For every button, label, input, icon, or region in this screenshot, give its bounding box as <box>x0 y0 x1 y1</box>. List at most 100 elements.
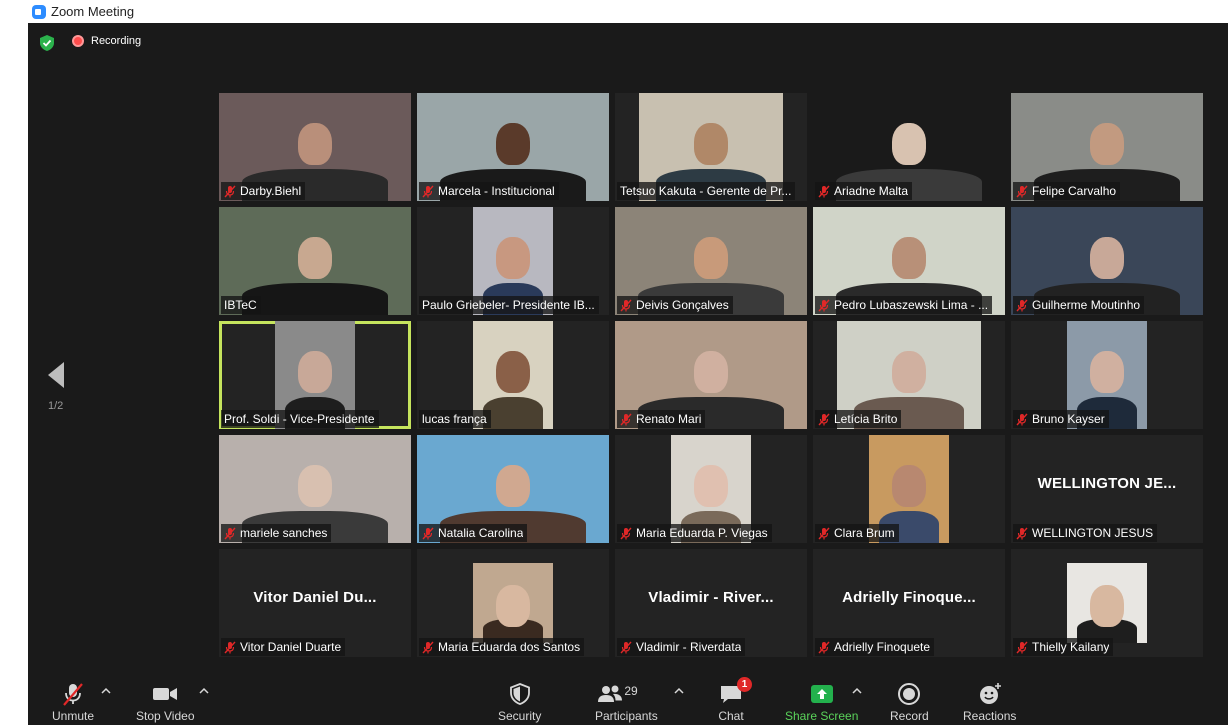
participant-tile[interactable]: Paulo Griebeler- Presidente IB... <box>417 207 609 315</box>
participant-name-tag: Vladimir - Riverdata <box>617 638 746 656</box>
participant-name-tag: Renato Mari <box>617 410 706 428</box>
participant-name-tag: Darby.Biehl <box>221 182 306 200</box>
share-screen-button[interactable]: Share Screen <box>785 681 858 723</box>
participant-tile[interactable]: Thielly Kailany <box>1011 549 1203 657</box>
participant-tile[interactable]: lucas frança <box>417 321 609 429</box>
participant-display-name: Vitor Daniel Du... <box>253 589 377 606</box>
participant-tile[interactable]: Ariadne Malta <box>813 93 1005 201</box>
unmute-button[interactable]: Unmute <box>52 681 94 723</box>
participant-name: Marcela - Institucional <box>438 184 555 198</box>
share-options-chevron-icon[interactable] <box>852 687 862 695</box>
participants-button[interactable]: 29 Participants <box>595 681 658 723</box>
participant-silhouette-head <box>298 351 332 394</box>
participants-options-chevron-icon[interactable] <box>674 687 684 695</box>
participant-name: Vladimir - Riverdata <box>636 640 742 654</box>
participant-tile[interactable]: Renato Mari <box>615 321 807 429</box>
participant-name: WELLINGTON JESUS <box>1032 526 1154 540</box>
recording-dot-icon <box>72 35 84 47</box>
participant-tile[interactable]: Adrielly Finoque... Adrielly Finoquete <box>813 549 1005 657</box>
participant-silhouette-head <box>892 465 926 508</box>
participant-name: mariele sanches <box>240 526 328 540</box>
participant-tile[interactable]: Prof. Soldi - Vice-Presidente <box>219 321 411 429</box>
participant-silhouette-head <box>496 123 530 166</box>
participant-silhouette-head <box>496 237 530 280</box>
participant-tile[interactable]: Deivis Gonçalves <box>615 207 807 315</box>
muted-microphone-icon <box>620 641 632 653</box>
encryption-shield-icon[interactable] <box>38 34 56 52</box>
participant-name: Guilherme Moutinho <box>1032 298 1141 312</box>
participant-name: Deivis Gonçalves <box>636 298 729 312</box>
participant-silhouette-head <box>694 123 728 166</box>
participant-silhouette-head <box>1090 237 1124 280</box>
participant-tile[interactable]: Vitor Daniel Du... Vitor Daniel Duarte <box>219 549 411 657</box>
participant-tile[interactable]: Felipe Carvalho <box>1011 93 1203 201</box>
muted-microphone-icon <box>224 527 236 539</box>
participant-display-name: Adrielly Finoque... <box>842 589 976 606</box>
muted-microphone-icon <box>818 299 830 311</box>
video-camera-icon <box>153 688 178 700</box>
record-button[interactable]: Record <box>890 681 929 723</box>
reactions-label: Reactions <box>963 709 1017 723</box>
previous-page-arrow-icon[interactable] <box>46 360 66 390</box>
participant-tile[interactable]: WELLINGTON JE... WELLINGTON JESUS <box>1011 435 1203 543</box>
recording-label: Recording <box>91 35 142 47</box>
participant-silhouette-head <box>496 351 530 394</box>
chat-button[interactable]: 1 Chat <box>718 677 752 723</box>
window-title: Zoom Meeting <box>51 4 135 19</box>
participant-name-tag: Tetsuo Kakuta - Gerente de Pr... <box>617 182 796 200</box>
security-button[interactable]: Security <box>498 681 541 723</box>
stop-video-button[interactable]: Stop Video <box>136 681 195 723</box>
participant-name: Ariadne Malta <box>834 184 909 198</box>
participant-silhouette-head <box>298 237 332 280</box>
participant-tile[interactable]: Pedro Lubaszewski Lima - ... <box>813 207 1005 315</box>
participant-name-tag: Maria Eduarda dos Santos <box>419 638 585 656</box>
participant-name-tag: Natalia Carolina <box>419 524 528 542</box>
participant-silhouette-head <box>694 351 728 394</box>
muted-microphone-icon <box>1016 641 1028 653</box>
video-options-chevron-icon[interactable] <box>199 687 209 695</box>
meeting-top-bar: Recording <box>28 23 1228 63</box>
participant-tile[interactable]: Clara Brum <box>813 435 1005 543</box>
participant-tile[interactable]: Letícia Brito <box>813 321 1005 429</box>
participant-name-tag: lucas frança <box>419 410 491 428</box>
participant-tile[interactable]: Maria Eduarda P. Viegas <box>615 435 807 543</box>
participant-silhouette-head <box>1090 585 1124 628</box>
participant-silhouette-head <box>298 465 332 508</box>
participant-silhouette-head <box>298 123 332 166</box>
audio-options-chevron-icon[interactable] <box>101 687 111 695</box>
participant-tile[interactable]: Vladimir - River... Vladimir - Riverdata <box>615 549 807 657</box>
muted-microphone-icon <box>1016 413 1028 425</box>
meeting-window: Recording 1/2 Darby.Biehl Marcela - Insti… <box>28 23 1228 725</box>
participant-tile[interactable]: Guilherme Moutinho <box>1011 207 1203 315</box>
participant-name-tag: Guilherme Moutinho <box>1013 296 1145 314</box>
muted-microphone-icon <box>818 413 830 425</box>
muted-microphone-icon <box>818 527 830 539</box>
participant-name: Natalia Carolina <box>438 526 524 540</box>
participant-tile[interactable]: Marcela - Institucional <box>417 93 609 201</box>
participant-name-tag: Deivis Gonçalves <box>617 296 733 314</box>
participant-name-tag: mariele sanches <box>221 524 332 542</box>
participant-tile[interactable]: Bruno Kayser <box>1011 321 1203 429</box>
muted-microphone-icon <box>818 185 830 197</box>
participant-name-tag: Felipe Carvalho <box>1013 182 1121 200</box>
participant-name-tag: IBTeC <box>221 296 261 314</box>
microphone-muted-icon <box>63 683 83 706</box>
muted-microphone-icon <box>422 527 434 539</box>
reactions-button[interactable]: Reactions <box>963 681 1016 723</box>
participant-tile[interactable]: mariele sanches <box>219 435 411 543</box>
participant-name-tag: Vitor Daniel Duarte <box>221 638 346 656</box>
participant-tile[interactable]: Tetsuo Kakuta - Gerente de Pr... <box>615 93 807 201</box>
participant-tile[interactable]: Natalia Carolina <box>417 435 609 543</box>
participant-tile[interactable]: IBTeC <box>219 207 411 315</box>
participant-name: Adrielly Finoquete <box>834 640 931 654</box>
participants-count: 29 <box>624 684 638 698</box>
participant-name: Thielly Kailany <box>1032 640 1110 654</box>
participant-display-name: WELLINGTON JE... <box>1037 475 1177 492</box>
participant-name-tag: Thielly Kailany <box>1013 638 1114 656</box>
recording-indicator[interactable]: Recording <box>72 35 141 47</box>
participant-video <box>473 563 553 643</box>
participant-tile[interactable]: Maria Eduarda dos Santos <box>417 549 609 657</box>
participant-tile[interactable]: Darby.Biehl <box>219 93 411 201</box>
participant-name: Clara Brum <box>834 526 895 540</box>
page-indicator: 1/2 <box>48 400 64 412</box>
